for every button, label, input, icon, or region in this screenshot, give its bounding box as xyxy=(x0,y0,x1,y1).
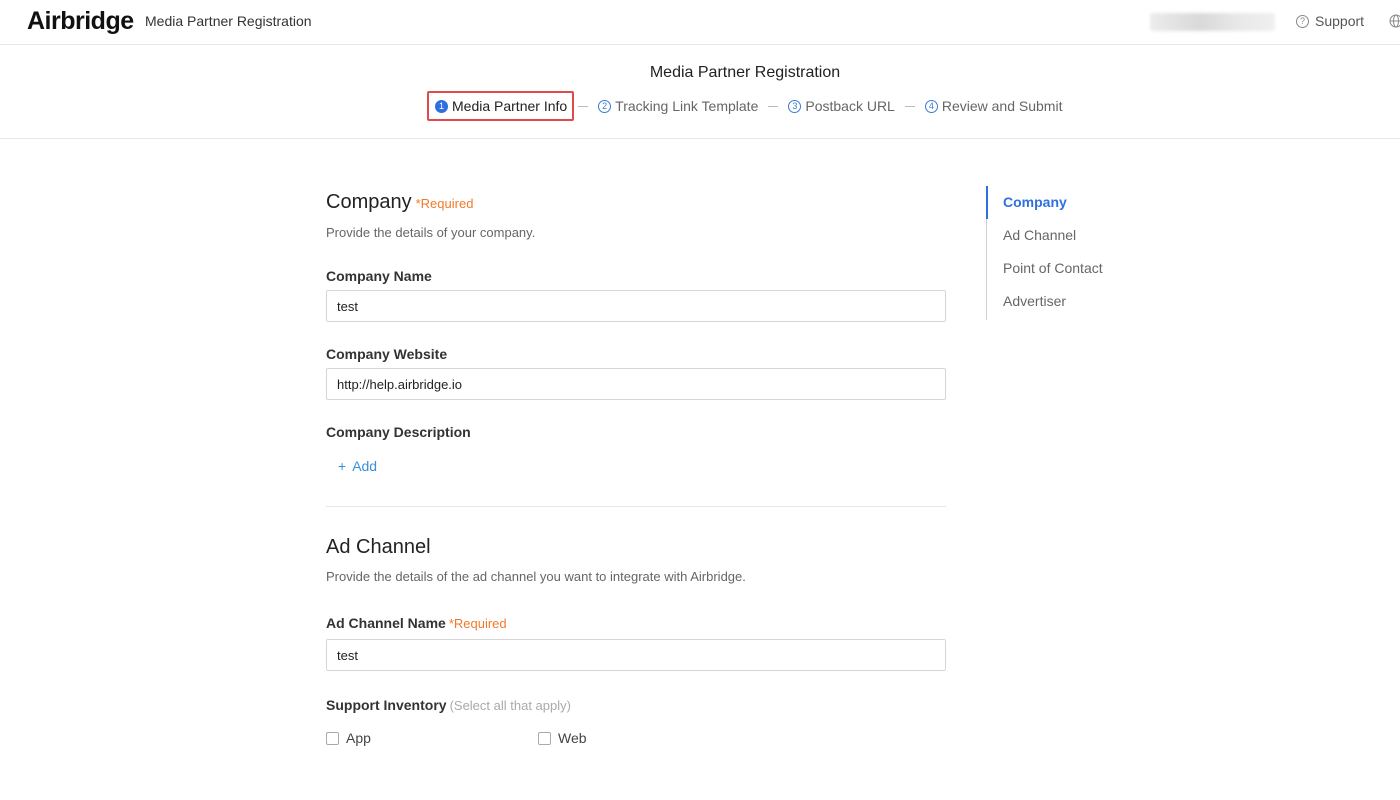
question-circle-icon: ? xyxy=(1296,14,1309,28)
company-section-title: Company *Required xyxy=(326,191,473,214)
support-inventory-hint: (Select all that apply) xyxy=(449,698,571,713)
step-number-icon: 2 xyxy=(598,99,612,113)
support-inventory-label: Support Inventory (Select all that apply… xyxy=(326,697,571,713)
checkbox-box[interactable] xyxy=(538,731,551,745)
support-link[interactable]: ? Support xyxy=(1296,13,1364,29)
toc-item-ad-channel[interactable]: Ad Channel xyxy=(987,219,1186,252)
step-label: Postback URL xyxy=(805,98,895,114)
company-name-label: Company Name xyxy=(326,268,432,284)
company-name-label-text: Company Name xyxy=(326,268,432,284)
step-separator xyxy=(904,105,915,107)
checkbox-label: Web xyxy=(558,730,587,746)
ad-channel-name-label: Ad Channel Name *Required xyxy=(326,615,507,631)
add-label: Add xyxy=(352,458,378,474)
toc-item-point-of-contact[interactable]: Point of Contact xyxy=(987,252,1186,285)
step-review-and-submit[interactable]: 4 Review and Submit xyxy=(919,91,1069,121)
ad-channel-section-title: Ad Channel xyxy=(326,536,431,559)
user-account-blurred[interactable] xyxy=(1150,13,1275,31)
stepper-title: Media Partner Registration xyxy=(649,64,841,81)
company-title: Company xyxy=(326,191,412,213)
top-bar: Airbridge Media Partner Registration ? S… xyxy=(0,0,1400,45)
company-website-label-text: Company Website xyxy=(326,346,448,362)
step-number-icon: 3 xyxy=(788,99,802,113)
app-title: Media Partner Registration xyxy=(145,13,312,29)
company-description-label-text: Company Description xyxy=(326,424,471,440)
steps: 1 Media Partner Info 2 Tracking Link Tem… xyxy=(427,91,1068,121)
add-description-button[interactable]: + Add xyxy=(338,458,377,474)
checkbox-app[interactable]: App xyxy=(326,730,538,746)
checkbox-label: App xyxy=(346,730,371,746)
step-label: Tracking Link Template xyxy=(615,98,759,114)
section-navigation: Company Ad Channel Point of Contact Adve… xyxy=(986,186,1186,320)
step-label: Media Partner Info xyxy=(452,98,568,114)
company-description-label: Company Description xyxy=(326,424,471,440)
required-badge: *Required xyxy=(448,616,507,631)
company-website-input[interactable]: http://help.airbridge.io xyxy=(326,368,946,400)
airbridge-logo[interactable]: Airbridge xyxy=(27,7,134,36)
step-number-icon: 4 xyxy=(924,99,938,113)
checkbox-web[interactable]: Web xyxy=(538,730,750,746)
support-label: Support xyxy=(1315,13,1365,29)
globe-icon[interactable] xyxy=(1389,14,1400,28)
required-badge: *Required xyxy=(415,196,474,211)
plus-icon: + xyxy=(338,458,347,474)
ad-channel-name-label-text: Ad Channel Name xyxy=(326,615,446,631)
stepper-header: Media Partner Registration 1 Media Partn… xyxy=(0,45,1400,139)
ad-channel-name-input[interactable]: test xyxy=(326,639,946,671)
company-website-label: Company Website xyxy=(326,346,447,362)
section-divider xyxy=(326,506,946,507)
step-tracking-link-template[interactable]: 2 Tracking Link Template xyxy=(592,91,764,121)
ad-channel-title: Ad Channel xyxy=(326,536,431,558)
step-separator xyxy=(578,105,589,107)
company-name-input[interactable]: test xyxy=(326,290,946,322)
checkbox-box[interactable] xyxy=(326,731,339,745)
step-media-partner-info[interactable]: 1 Media Partner Info xyxy=(427,91,575,121)
support-inventory-label-text: Support Inventory xyxy=(326,697,447,713)
step-postback-url[interactable]: 3 Postback URL xyxy=(782,91,900,121)
toc-item-advertiser[interactable]: Advertiser xyxy=(987,285,1186,318)
active-section-marker xyxy=(986,186,988,219)
step-separator xyxy=(768,105,779,107)
company-description-text: Provide the details of your company. xyxy=(326,225,536,240)
step-number-icon: 1 xyxy=(435,99,448,113)
ad-channel-description-text: Provide the details of the ad channel yo… xyxy=(326,569,746,584)
support-inventory-options: App Web xyxy=(326,730,750,746)
toc-item-company[interactable]: Company xyxy=(987,186,1186,219)
step-label: Review and Submit xyxy=(941,98,1063,114)
